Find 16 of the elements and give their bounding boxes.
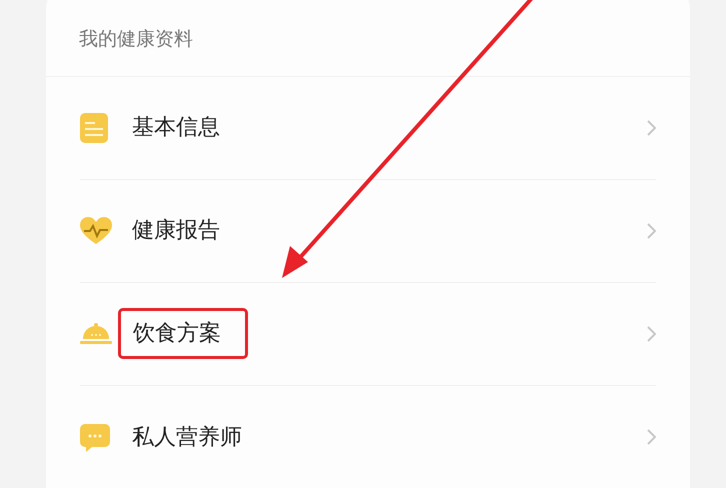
- menu-item[interactable]: 饮食方案: [80, 282, 656, 386]
- food-cover-icon: [80, 322, 112, 346]
- menu-item[interactable]: 基本信息: [80, 76, 656, 180]
- item-label: 健康报告: [132, 217, 220, 245]
- item-label: 饮食方案: [133, 321, 221, 346]
- chevron-right-icon: [647, 326, 656, 342]
- chevron-right-icon: [647, 120, 656, 136]
- chat-bubble-icon: [80, 422, 110, 452]
- menu-item[interactable]: 私人营养师: [80, 386, 656, 488]
- item-label: 基本信息: [132, 114, 220, 142]
- chevron-right-icon: [647, 429, 656, 445]
- chevron-right-icon: [647, 222, 656, 238]
- document-icon: [80, 112, 108, 142]
- heart-pulse-icon: [80, 216, 112, 244]
- item-label: 私人营养师: [132, 424, 242, 452]
- section-title: 我的健康资料: [79, 28, 193, 50]
